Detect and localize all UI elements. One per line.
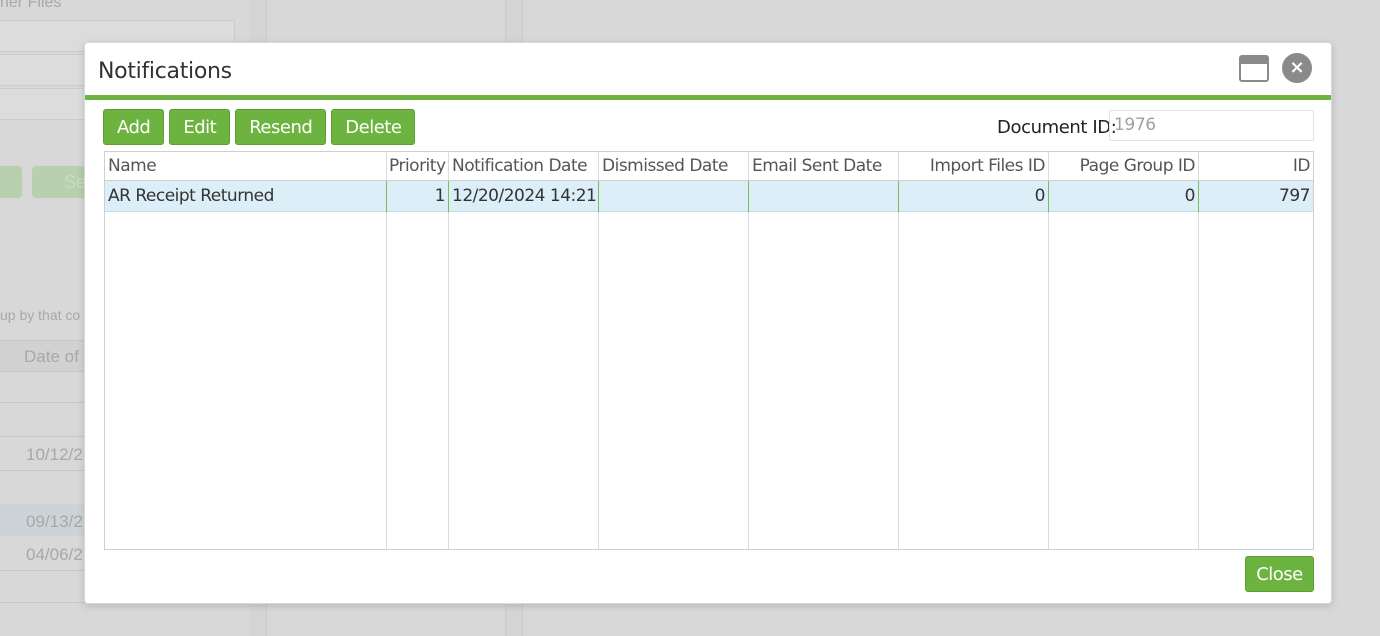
dialog-header: Notifications × [85, 43, 1331, 100]
column-header-priority[interactable]: Priority [387, 152, 448, 181]
column-header-dismissed-date[interactable]: Dismissed Date [599, 152, 748, 181]
dialog-title: Notifications [98, 59, 232, 84]
cell-priority: 1 [434, 186, 446, 206]
background-top-label: ner Files [0, 0, 62, 11]
maximize-icon[interactable] [1239, 55, 1269, 82]
background-button [0, 166, 22, 198]
cell-page-group-id: 0 [1184, 186, 1196, 206]
edit-button[interactable]: Edit [169, 109, 231, 145]
column-header-page-group-id[interactable]: Page Group ID [1049, 152, 1198, 181]
background-button: Se [32, 166, 92, 198]
background-date: 10/12/2 [26, 445, 83, 464]
column-header-name[interactable]: Name [105, 152, 386, 181]
notifications-grid: Name Priority Notification Date Dismisse… [104, 151, 1314, 550]
column-header-email-sent-date[interactable]: Email Sent Date [749, 152, 898, 181]
cell-import-files-id: 0 [1034, 186, 1046, 206]
cell-notification-date: 12/20/2024 14:21 [452, 186, 597, 206]
toolbar: Add Edit Resend Delete [103, 109, 416, 145]
notifications-dialog: Notifications × Add Edit Resend Delete D… [84, 42, 1332, 604]
cell-name: AR Receipt Returned [108, 186, 274, 206]
document-id-input[interactable]: 1976 [1109, 110, 1314, 141]
cell-email-sent-date [749, 181, 898, 212]
add-button[interactable]: Add [103, 109, 165, 145]
background-column-header: Date of [24, 347, 79, 366]
column-header-notification-date[interactable]: Notification Date [449, 152, 598, 181]
cell-dismissed-date [599, 181, 748, 212]
column-header-import-files-id[interactable]: Import Files ID [899, 152, 1048, 181]
delete-button[interactable]: Delete [331, 109, 416, 145]
close-button[interactable]: Close [1245, 556, 1314, 592]
document-id-label: Document ID: [997, 117, 1117, 138]
close-icon[interactable]: × [1282, 53, 1312, 83]
background-group-hint: up by that co [0, 307, 81, 323]
resend-button[interactable]: Resend [235, 109, 327, 145]
background-date: 09/13/2 [26, 512, 83, 531]
cell-id: 797 [1279, 186, 1310, 206]
column-header-id[interactable]: ID [1199, 152, 1313, 181]
background-date: 04/06/2 [26, 545, 83, 564]
